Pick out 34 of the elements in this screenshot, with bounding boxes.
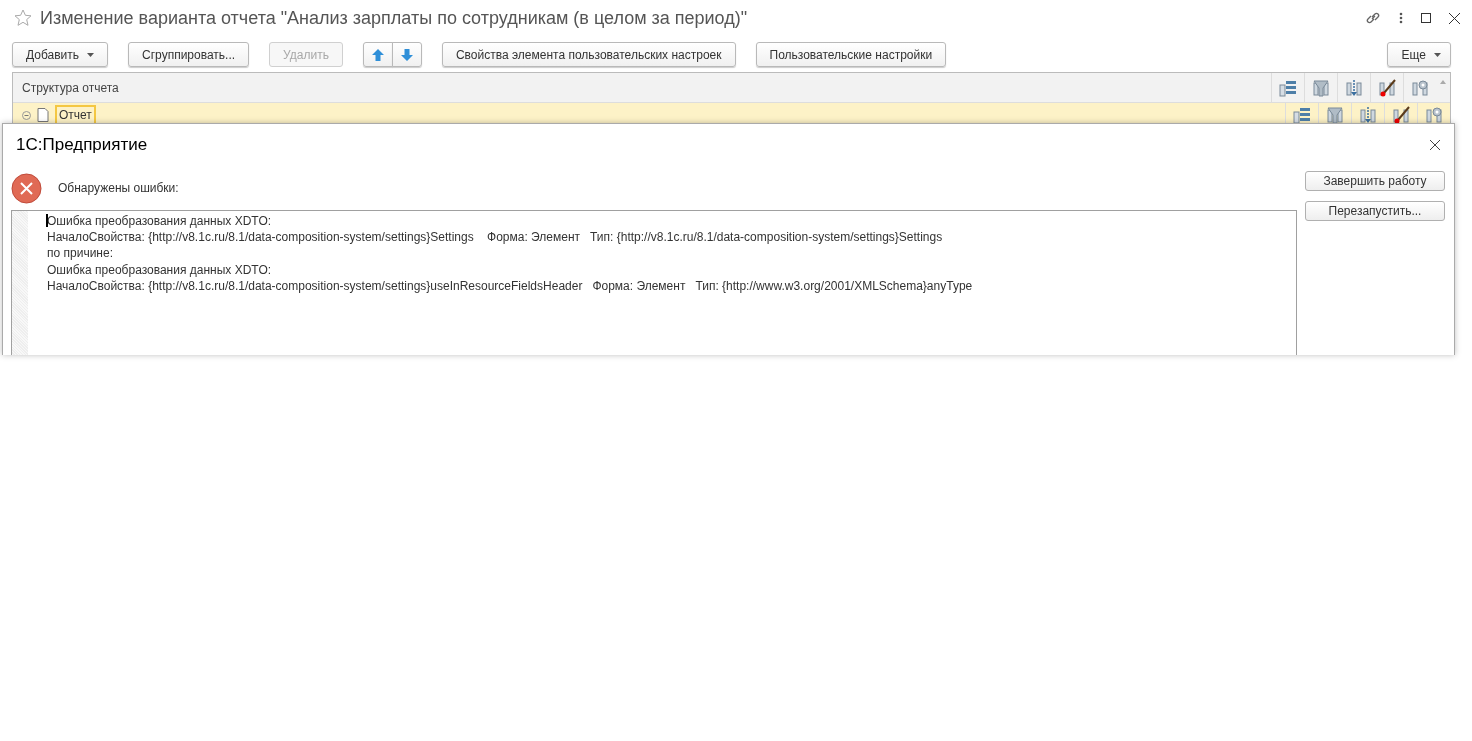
error-message: Обнаружены ошибки: <box>58 181 179 195</box>
error-icon <box>11 172 42 204</box>
brush-icon[interactable] <box>1378 78 1396 97</box>
link-icon[interactable] <box>1365 10 1381 26</box>
add-button[interactable]: Добавить <box>12 42 109 67</box>
column-header: Структура отчета <box>22 80 119 95</box>
window-title: Изменение варианта отчета "Анализ зарплаты по сотрудникам (в целом за период)" <box>40 7 749 29</box>
error-details-field[interactable]: Ошибка преобразования данных XDTO: НачалоСвойства: {http://v8.1c.ru/8.1/data-composition-system/settings}Settings Форма: Элемент Тип: {http://v8.1c.ru/8.1/data-composition-system/settings}Settings по причине: Ошибка преобразования данных XDTO: НачалоСвойства: {http://v8.1c.ru/8.1/data-composition-system/settings}useInResourceFieldsHeader Форма: Элемент Тип: {http://www.w3.org/2001/XMLSchema}anyType <box>11 210 1297 355</box>
arrow-down-icon <box>400 48 413 61</box>
toolbar-button[interactable]: Свойства элемента пользовательских настроек <box>441 42 736 67</box>
close-icon[interactable] <box>1449 12 1460 24</box>
close-icon[interactable] <box>1430 140 1440 150</box>
star-icon[interactable] <box>14 9 32 27</box>
dialog-title: 1С:Предприятие <box>16 135 149 155</box>
fields-icon[interactable] <box>1279 78 1297 97</box>
fields-icon[interactable] <box>1293 106 1311 124</box>
maximize-icon[interactable] <box>1421 13 1431 23</box>
arrow-up-icon <box>371 48 384 61</box>
filter-icon[interactable] <box>1312 78 1330 97</box>
move-up-button[interactable] <box>362 42 393 67</box>
more-button[interactable]: Еще <box>1386 42 1451 67</box>
toolbar-button[interactable]: Пользовательские настройки <box>755 42 947 67</box>
move-down-button[interactable] <box>391 42 422 67</box>
caret-icon <box>1434 52 1441 57</box>
collapse-icon[interactable] <box>22 110 31 120</box>
dialog-button[interactable]: Завершить работу <box>1305 171 1445 191</box>
sort-icon[interactable] <box>1345 78 1363 97</box>
caret-icon <box>87 52 95 57</box>
more-actions-icon[interactable] <box>1399 12 1403 24</box>
toolbar-button[interactable]: Сгруппировать... <box>128 42 250 67</box>
filter-icon[interactable] <box>1326 106 1344 124</box>
sort-icon[interactable] <box>1359 106 1377 124</box>
brush-icon[interactable] <box>1392 106 1410 124</box>
dialog-button[interactable]: Перезапустить... <box>1305 201 1445 221</box>
